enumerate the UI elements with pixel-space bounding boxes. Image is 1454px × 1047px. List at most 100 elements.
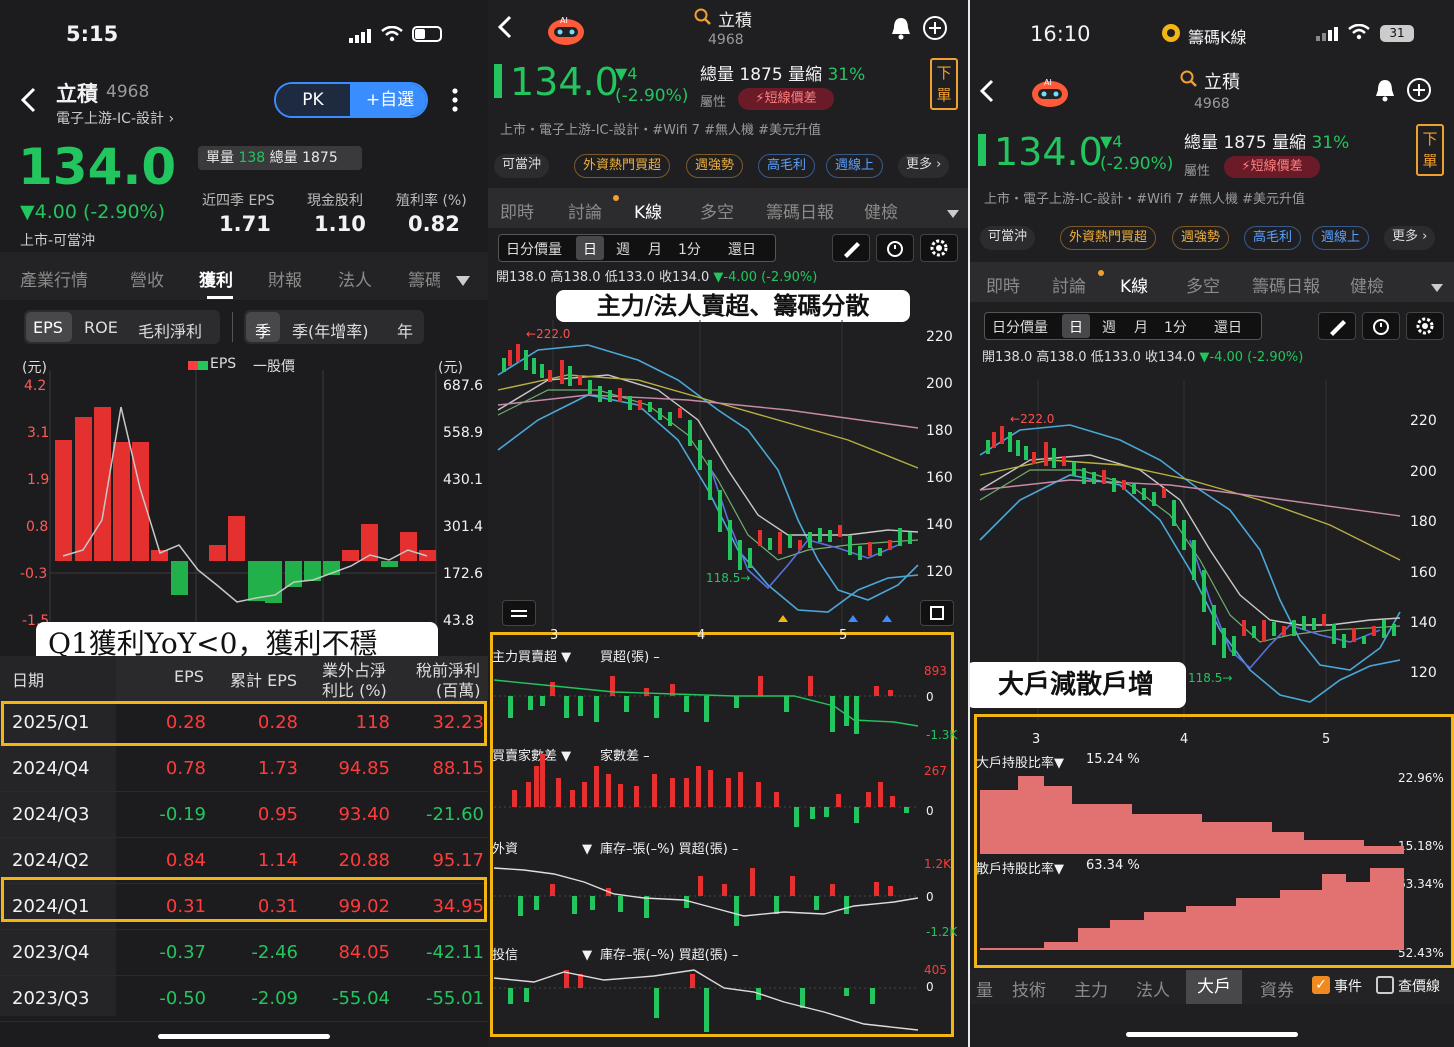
tab-profit[interactable]: 獲利 [199,266,233,291]
period-1min[interactable]: 1分 [1164,317,1187,337]
tab-big-holder[interactable]: 大戶 [1186,970,1242,1004]
subtab-margin[interactable]: 毛利淨利 [138,318,202,342]
period-day[interactable]: 日 [1069,317,1083,337]
tab-institutional[interactable]: 法人 [338,266,372,291]
price-line-checkbox[interactable] [1376,976,1394,994]
subtab-roe[interactable]: ROE [84,318,118,337]
table-row[interactable]: 2023/Q4 -0.37 -2.46 84.05 -42.11 [0,930,488,976]
svg-text:AI: AI [560,16,568,25]
period-restore[interactable]: 還日 [1214,317,1242,337]
chip-more[interactable]: 更多 › [1384,226,1436,250]
table-row[interactable]: 2024/Q3 -0.19 0.95 93.40 -21.60 [0,792,488,838]
chip-high-margin[interactable]: 高毛利 [1244,226,1302,250]
table-header-pretax-2: (百萬) [436,681,481,700]
period-quarter[interactable]: 季 [255,318,271,342]
tab-realtime[interactable]: 即時 [986,272,1020,297]
price-bar-marker [494,64,502,98]
event-checkbox[interactable]: ✓ [1312,976,1330,994]
table-row[interactable]: 2023/Q3 -0.50 -2.09 -55.04 -55.01 [0,976,488,1022]
search-icon[interactable] [694,8,712,30]
tab-technical[interactable]: 技術 [1012,976,1046,1001]
chip-weekly-strong[interactable]: 週強勢 [686,154,744,178]
resize-handle-icon[interactable] [502,600,536,626]
fullscreen-icon[interactable] [920,600,954,626]
search-title[interactable]: 立積 [1204,68,1240,94]
event-markers [778,615,788,622]
attr-badge[interactable]: ⚡短線價差 [738,88,834,110]
period-week[interactable]: 週 [616,239,630,259]
add-circle-icon[interactable] [922,15,948,45]
tab-volume[interactable]: 量 [976,976,993,1001]
candles [502,344,912,570]
tab-kline[interactable]: K線 [1120,272,1148,297]
tab-institutional[interactable]: 法人 [1136,976,1170,1001]
settings-button[interactable] [920,234,958,262]
tab-chip-daily[interactable]: 籌碼日報 [1252,272,1320,297]
order-button[interactable]: 下單 [1416,124,1444,176]
tab-bull-bear[interactable]: 多空 [700,198,734,223]
bell-icon[interactable] [890,16,912,44]
tab-realtime[interactable]: 即時 [500,198,534,223]
chip-daytrade[interactable]: 可當沖 [494,154,550,178]
bell-icon[interactable] [1374,78,1396,106]
period-1min[interactable]: 1分 [678,239,701,259]
chip-above-weekly[interactable]: 週線上 [1312,226,1370,250]
table-row[interactable]: 2024/Q4 0.78 1.73 94.85 88.15 [0,746,488,792]
big-holder-select[interactable]: 大戶持股比率▼ [976,752,1064,771]
ktype-select[interactable]: 日分價量 [992,317,1048,337]
period-restore[interactable]: 還日 [728,239,756,259]
chip-weekly-strong[interactable]: 週強勢 [1172,226,1230,250]
back-icon[interactable] [978,78,996,108]
alarm-button[interactable] [1362,312,1400,340]
chip-above-weekly[interactable]: 週線上 [826,154,884,178]
period-year[interactable]: 年 [397,318,413,342]
period-month[interactable]: 月 [1134,317,1148,337]
chip-foreign-buy[interactable]: 外資熱門買超 [574,154,671,178]
chip-more[interactable]: 更多 › [898,154,950,178]
tab-chip-daily[interactable]: 籌碼日報 [766,198,834,223]
chip-foreign-buy[interactable]: 外資熱門買超 [1060,226,1157,250]
alarm-button[interactable] [876,234,914,262]
industry-link[interactable]: 電子上游-IC-設計 › [56,108,174,128]
order-button[interactable]: 下單 [930,58,958,110]
back-icon[interactable] [496,14,514,44]
draw-button[interactable] [1318,312,1356,340]
tab-industry[interactable]: 產業行情 [20,266,88,291]
chip-daytrade[interactable]: 可當沖 [980,226,1036,250]
chip-high-margin[interactable]: 高毛利 [758,154,816,178]
tab-financials[interactable]: 財報 [268,266,302,291]
period-day[interactable]: 日 [583,239,597,259]
settings-button[interactable] [1406,312,1444,340]
tab-revenue[interactable]: 營收 [130,266,164,291]
ktype-select[interactable]: 日分價量 [506,239,562,259]
tab-margin[interactable]: 資券 [1260,976,1294,1001]
attr-badge[interactable]: ⚡短線價差 [1224,156,1320,178]
tab-bull-bear[interactable]: 多空 [1186,272,1220,297]
pk-button[interactable]: PK [276,84,350,116]
period-quarter-yoy[interactable]: 季(年增率) [292,318,369,342]
search-icon[interactable] [1180,70,1198,92]
tab-discussion[interactable]: 討論 [1052,272,1086,297]
draw-button[interactable] [832,234,870,262]
tab-checkup[interactable]: 健檢 [1350,272,1384,297]
ai-robot-icon[interactable]: AI [1030,74,1070,112]
tab-kline[interactable]: K線 [634,198,662,223]
period-month[interactable]: 月 [648,239,662,259]
tab-chips[interactable]: 籌碼 [408,266,440,291]
period-week[interactable]: 週 [1102,317,1116,337]
ai-robot-icon[interactable]: AI [546,12,586,50]
tab-discussion[interactable]: 討論 [568,198,602,223]
add-watchlist-button[interactable]: +自選 [350,84,426,116]
subtab-eps[interactable]: EPS [33,318,63,337]
tab-main-force[interactable]: 主力 [1074,976,1108,1001]
eps-bars [55,407,436,603]
tabs-dropdown-icon[interactable] [455,272,471,291]
tab-checkup[interactable]: 健檢 [864,198,898,223]
back-icon[interactable] [18,86,38,118]
more-vertical-icon[interactable] [452,88,458,116]
tabs-dropdown-icon[interactable] [946,204,960,223]
add-circle-icon[interactable] [1406,77,1432,107]
tabs-dropdown-icon[interactable] [1430,278,1444,297]
svg-text:AI: AI [1044,78,1052,87]
search-title[interactable]: 立積 [718,6,752,31]
